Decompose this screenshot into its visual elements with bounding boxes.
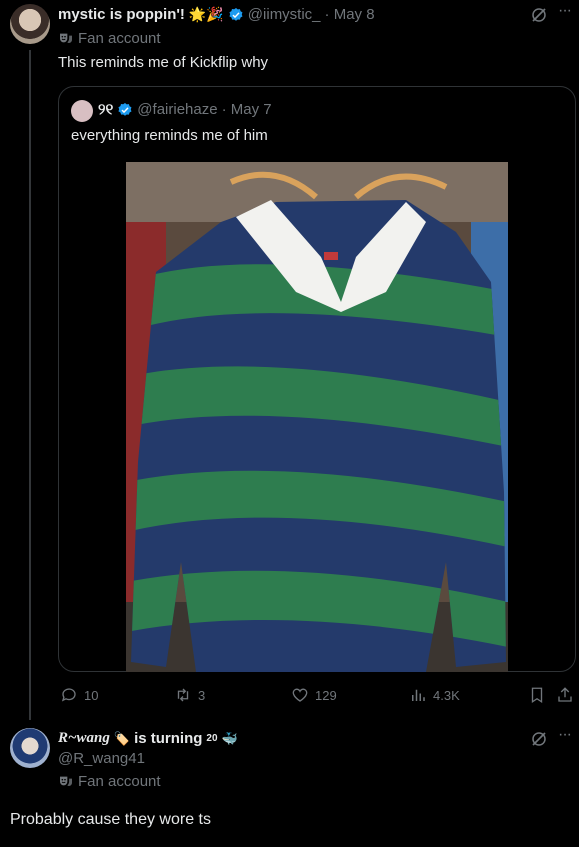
name-emoji: 🌟🎉	[188, 6, 224, 22]
tweet-text: This reminds me of Kickflip why	[58, 54, 269, 71]
quote-photo[interactable]	[126, 162, 508, 672]
views-chart-icon	[412, 689, 425, 701]
reply-display-name[interactable]: R~wang	[58, 730, 110, 747]
reply-header: R~wang 🏷️ is turning 20 🐳	[58, 730, 238, 747]
like-button[interactable]: 129	[291, 686, 337, 704]
more-options-icon[interactable]: ···	[558, 726, 572, 744]
quote-text: everything reminds me of him	[71, 127, 268, 144]
reply-icon	[61, 688, 76, 702]
reply-handle-row: @R_wang41	[58, 750, 145, 767]
like-count: 129	[315, 687, 337, 703]
theater-masks-icon	[60, 776, 72, 786]
display-name[interactable]: mystic is poppin'!	[58, 6, 185, 23]
share-icon[interactable]	[556, 686, 574, 704]
verified-badge-icon	[118, 102, 132, 116]
fan-account-badge: Fan account	[58, 773, 161, 790]
quote-avatar[interactable]	[71, 100, 93, 122]
reply-name-suffix: is turning	[134, 730, 203, 747]
repost-count: 3	[198, 687, 206, 703]
timestamp[interactable]: · May 8	[325, 6, 375, 23]
bookmark-icon[interactable]	[528, 686, 546, 704]
tweet-header: mystic is poppin'! 🌟🎉 @iimystic_ · May 8	[58, 6, 375, 23]
more-options-icon[interactable]: ···	[558, 2, 572, 20]
theater-masks-icon	[60, 33, 72, 43]
fan-account-label: Fan account	[78, 30, 161, 47]
fan-account-badge: Fan account	[58, 30, 161, 47]
tag-emoji: 🏷️	[113, 730, 131, 746]
heart-icon	[292, 688, 308, 702]
reply-button[interactable]: 10	[60, 686, 98, 704]
quote-handle: @fairiehaze	[137, 101, 218, 118]
reply-name-superscript: 20	[206, 733, 218, 744]
thread-line	[29, 50, 31, 720]
whale-emoji: 🐳	[221, 730, 238, 746]
quote-header: ୨୧ @fairiehaze · May 7	[98, 101, 272, 118]
reply-count: 10	[84, 687, 99, 703]
quote-display-name[interactable]: ୨୧	[98, 101, 113, 118]
reply-text: Probably cause they wore ts	[10, 811, 211, 828]
fan-account-label: Fan account	[78, 773, 161, 790]
action-bar: 10 3 129 4.3K	[58, 684, 576, 706]
quote-timestamp: · May 7	[221, 101, 272, 118]
reply-name-text: R~wang	[58, 730, 110, 746]
reply-avatar[interactable]	[10, 728, 50, 768]
repost-icon	[177, 688, 189, 702]
rugby-shirt-image	[126, 162, 508, 672]
reply-handle[interactable]: @R_wang41	[58, 750, 145, 767]
grok-icon[interactable]	[530, 730, 548, 748]
verified-badge-icon[interactable]	[228, 7, 244, 23]
avatar[interactable]	[10, 4, 50, 44]
grok-icon[interactable]	[530, 6, 548, 24]
handle[interactable]: @iimystic_	[248, 6, 321, 23]
views-count: 4.3K	[433, 687, 460, 703]
views-button[interactable]: 4.3K	[409, 686, 460, 704]
repost-button[interactable]: 3	[174, 686, 205, 704]
